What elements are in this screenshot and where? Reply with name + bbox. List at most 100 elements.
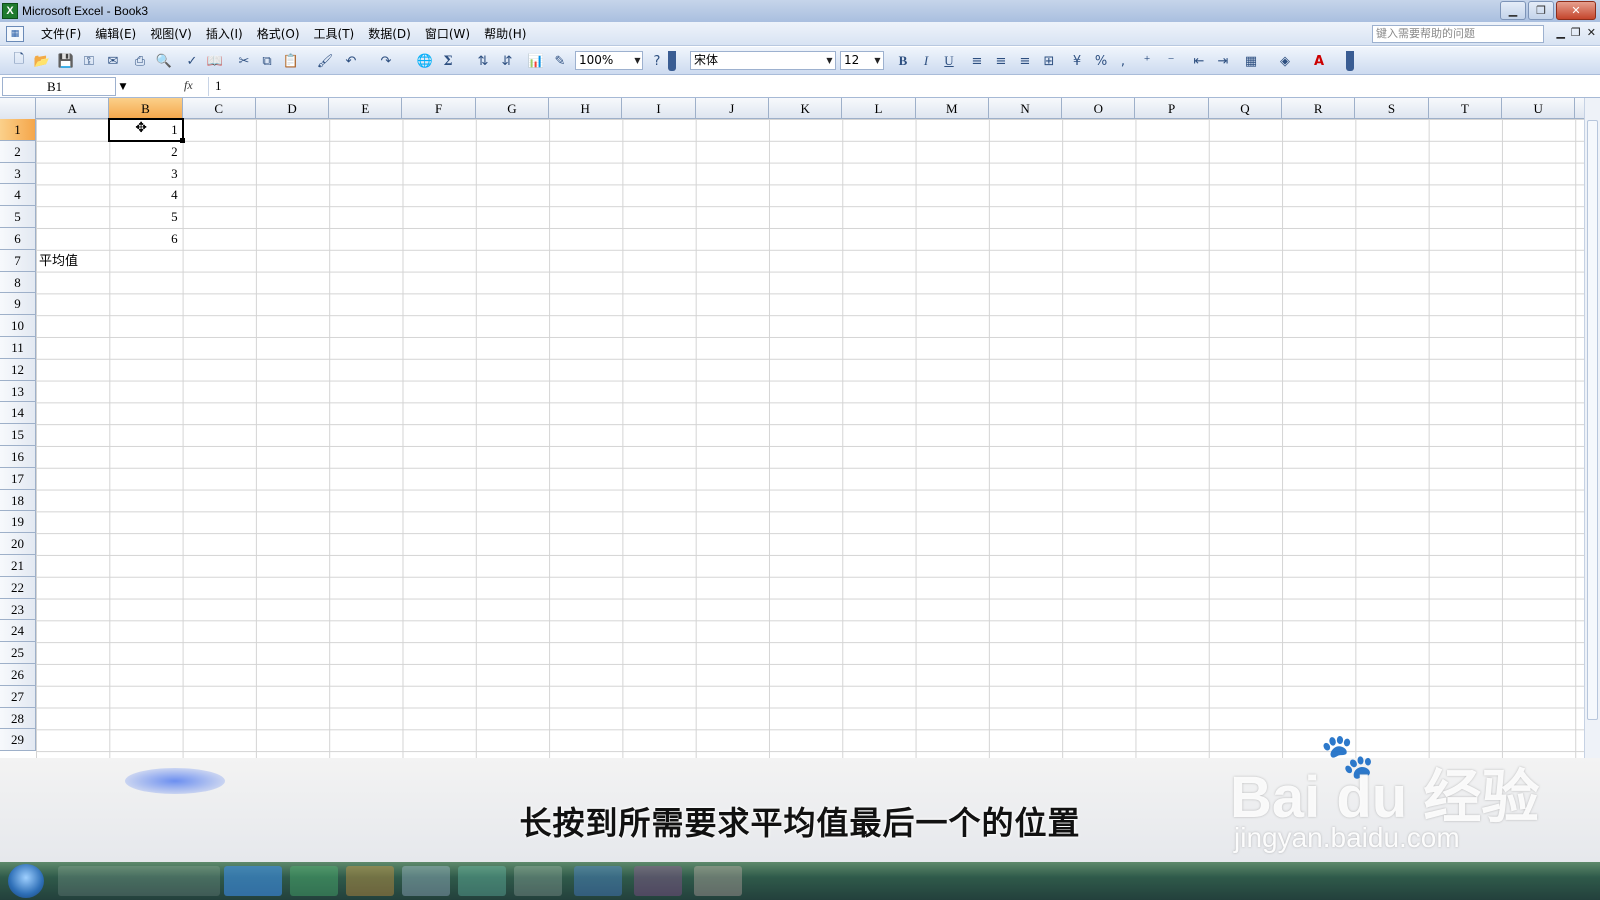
row-header-3[interactable]: 3: [0, 162, 36, 185]
column-header-s[interactable]: S: [1355, 98, 1429, 119]
merge-center-icon[interactable]: ⊞: [1040, 52, 1058, 70]
row-header-26[interactable]: 26: [0, 664, 36, 686]
undo-icon[interactable]: ↶: [342, 52, 360, 70]
align-left-icon[interactable]: ≡: [968, 52, 986, 70]
currency-icon[interactable]: ¥: [1068, 52, 1086, 70]
menu-format[interactable]: 格式(O): [250, 25, 307, 42]
print-icon[interactable]: ⎙: [131, 52, 149, 70]
paste-icon[interactable]: 📋: [282, 52, 300, 70]
scrollbar-thumb[interactable]: [1587, 120, 1598, 720]
font-name-dropdown-icon[interactable]: ▼: [823, 51, 836, 70]
decrease-decimal-icon[interactable]: ⁻: [1162, 52, 1180, 70]
taskbar-item-browser[interactable]: [58, 866, 220, 896]
row-header-15[interactable]: 15: [0, 424, 36, 446]
row-header-13[interactable]: 13: [0, 380, 36, 403]
menu-edit[interactable]: 编辑(E): [88, 25, 143, 42]
column-header-h[interactable]: H: [549, 98, 623, 119]
comma-style-icon[interactable]: ,: [1114, 52, 1132, 70]
row-header-9[interactable]: 9: [0, 293, 36, 316]
column-header-m[interactable]: M: [916, 98, 989, 119]
underline-icon[interactable]: U: [940, 52, 958, 70]
taskbar-item-app8[interactable]: [694, 866, 742, 896]
row-header-11[interactable]: 11: [0, 337, 36, 359]
row-header-10[interactable]: 10: [0, 315, 36, 337]
font-color-icon[interactable]: A: [1310, 52, 1328, 70]
menu-data[interactable]: 数据(D): [361, 25, 418, 42]
cut-icon[interactable]: ✂: [235, 52, 253, 70]
email-icon[interactable]: ✉: [104, 52, 122, 70]
row-header-29[interactable]: 29: [0, 729, 36, 752]
permission-icon[interactable]: ⚿: [80, 52, 98, 70]
increase-indent-icon[interactable]: ⇥: [1214, 52, 1232, 70]
column-header-n[interactable]: N: [989, 98, 1063, 119]
drawing-icon[interactable]: ✎: [551, 52, 569, 70]
menu-view[interactable]: 视图(V): [143, 25, 199, 42]
row-header-6[interactable]: 6: [0, 228, 36, 250]
font-size-dropdown-icon[interactable]: ▼: [871, 51, 884, 70]
research-icon[interactable]: 📖: [206, 52, 224, 70]
row-header-23[interactable]: 23: [0, 598, 36, 621]
cell-b4[interactable]: 4: [109, 184, 178, 205]
fill-handle[interactable]: [179, 137, 185, 143]
menu-tools[interactable]: 工具(T): [307, 25, 362, 42]
row-header-18[interactable]: 18: [0, 489, 36, 512]
name-box[interactable]: B1: [2, 77, 116, 96]
align-right-icon[interactable]: ≡: [1016, 52, 1034, 70]
bold-icon[interactable]: B: [894, 52, 912, 70]
cell-b5[interactable]: 5: [109, 206, 178, 227]
doc-minimize-icon[interactable]: ▁: [1556, 26, 1564, 39]
column-header-u[interactable]: U: [1502, 98, 1576, 119]
chart-wizard-icon[interactable]: 📊: [527, 52, 545, 70]
column-header-j[interactable]: J: [696, 98, 769, 119]
copy-icon[interactable]: ⧉: [258, 52, 276, 70]
new-icon[interactable]: 🗋: [10, 52, 28, 70]
row-header-16[interactable]: 16: [0, 446, 36, 468]
cell-b2[interactable]: 2: [109, 141, 178, 162]
format-painter-icon[interactable]: 🖌: [316, 52, 334, 70]
row-header-21[interactable]: 21: [0, 555, 36, 577]
row-header-24[interactable]: 24: [0, 620, 36, 643]
doc-close-icon[interactable]: ✕: [1587, 26, 1596, 39]
menu-help[interactable]: 帮助(H): [477, 25, 533, 42]
open-icon[interactable]: 📂: [33, 52, 51, 70]
formula-input[interactable]: 1: [208, 77, 1596, 96]
column-header-r[interactable]: R: [1282, 98, 1356, 119]
fill-color-icon[interactable]: ◈: [1276, 52, 1294, 70]
cell-area[interactable]: ✥ 1 2 3 4 5 6 平均值: [36, 118, 1584, 758]
taskbar-item-app4[interactable]: [458, 866, 506, 896]
taskbar-item-app1[interactable]: [290, 866, 338, 896]
row-header-28[interactable]: 28: [0, 707, 36, 730]
menu-window[interactable]: 窗口(W): [418, 25, 477, 42]
row-header-19[interactable]: 19: [0, 511, 36, 534]
save-icon[interactable]: 💾: [57, 52, 75, 70]
taskbar-item-app6[interactable]: [574, 866, 622, 896]
start-button[interactable]: [8, 864, 44, 898]
cell-b3[interactable]: 3: [109, 163, 178, 184]
row-header-8[interactable]: 8: [0, 271, 36, 294]
name-box-dropdown-icon[interactable]: ▼: [116, 77, 130, 96]
close-button[interactable]: ✕: [1556, 1, 1596, 20]
row-header-4[interactable]: 4: [0, 184, 36, 207]
column-header-q[interactable]: Q: [1209, 98, 1283, 119]
column-header-b[interactable]: B: [109, 98, 183, 119]
sort-descending-icon[interactable]: ⇵: [498, 52, 516, 70]
column-header-e[interactable]: E: [329, 98, 403, 119]
row-header-2[interactable]: 2: [0, 140, 36, 163]
insert-function-icon[interactable]: fx: [184, 78, 200, 95]
column-header-c[interactable]: C: [183, 98, 256, 119]
help-search-input[interactable]: 键入需要帮助的问题: [1372, 25, 1544, 43]
percent-icon[interactable]: %: [1092, 52, 1110, 70]
row-header-27[interactable]: 27: [0, 685, 36, 708]
cell-a7[interactable]: 平均值: [39, 250, 78, 271]
zoom-dropdown-icon[interactable]: ▼: [631, 51, 644, 70]
redo-icon[interactable]: ↷: [377, 52, 395, 70]
decrease-indent-icon[interactable]: ⇤: [1190, 52, 1208, 70]
column-header-g[interactable]: G: [476, 98, 550, 119]
autosum-icon[interactable]: Σ: [439, 52, 457, 70]
column-header-t[interactable]: T: [1429, 98, 1502, 119]
increase-decimal-icon[interactable]: ⁺: [1138, 52, 1156, 70]
sort-ascending-icon[interactable]: ⇅: [474, 52, 492, 70]
cell-b1[interactable]: 1: [109, 119, 178, 140]
row-header-1[interactable]: 1: [0, 119, 36, 141]
column-header-p[interactable]: P: [1136, 98, 1209, 119]
